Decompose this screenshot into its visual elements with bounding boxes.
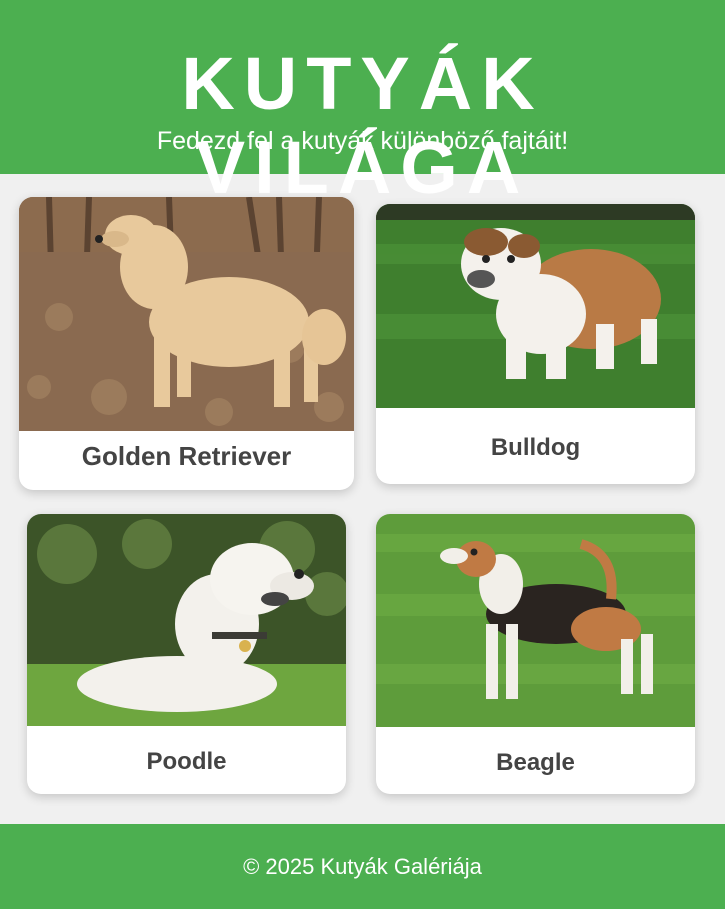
copyright-text: © 2025 Kutyák Galériája [243, 854, 482, 879]
site-footer: © 2025 Kutyák Galériája [0, 824, 725, 909]
poodle-photo [27, 514, 346, 726]
dog-card-beagle[interactable]: Beagle [376, 514, 695, 794]
dog-card-label: Golden Retriever [81, 441, 292, 471]
dog-card-label: Bulldog [490, 434, 581, 461]
dog-card-label: Poodle [146, 748, 227, 775]
dog-card-label: Beagle [496, 749, 575, 776]
beagle-photo [376, 514, 695, 727]
dog-card-poodle[interactable]: Poodle [27, 514, 346, 794]
golden-retriever-photo [19, 197, 354, 431]
bulldog-photo [376, 204, 695, 408]
site-header: KUTYÁK VILÁGA Fedezd fel a kutyák különb… [0, 0, 725, 209]
dog-card-golden-retriever[interactable]: Golden Retriever [19, 197, 354, 490]
dog-card-bulldog[interactable]: Bulldog [376, 204, 695, 484]
page-subtitle: Fedezd fel a kutyák különböző fajtáit! [156, 127, 569, 155]
